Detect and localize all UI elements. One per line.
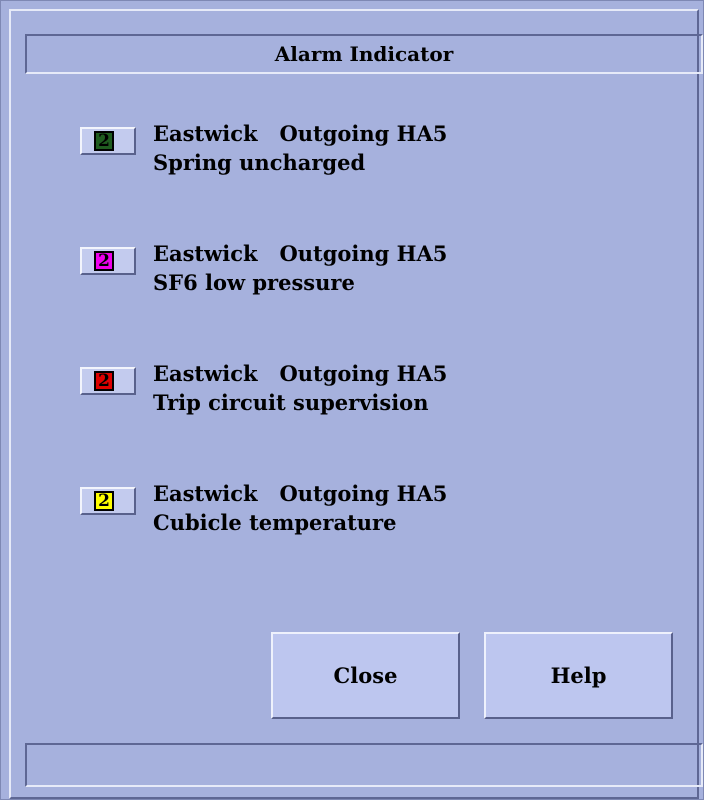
alarm-acknowledge-button[interactable]: 2 [80,367,136,395]
alarm-item: 2 Eastwick Outgoing HA5 SF6 low pressure [80,239,640,309]
alarm-acknowledge-button[interactable]: 2 [80,487,136,515]
alarm-acknowledge-button[interactable]: 2 [80,247,136,275]
alarm-count-badge: 2 [94,491,114,511]
alarm-text: Eastwick Outgoing HA5 SF6 low pressure [153,239,447,297]
alarm-indicator-window: Alarm Indicator 2 Eastwick Outgoing HA5 … [0,0,704,800]
close-button[interactable]: Close [271,632,460,719]
alarm-item: 2 Eastwick Outgoing HA5 Trip circuit sup… [80,359,640,429]
alarm-location: Eastwick Outgoing HA5 [153,241,448,266]
alarm-text: Eastwick Outgoing HA5 Spring uncharged [153,119,447,177]
alarm-acknowledge-button[interactable]: 2 [80,127,136,155]
alarm-count-badge: 2 [94,131,114,151]
alarm-count-badge: 2 [94,251,114,271]
alarm-count-badge: 2 [94,371,114,391]
alarm-count: 2 [98,130,110,151]
alarm-description: Trip circuit supervision [153,390,429,415]
window-title: Alarm Indicator [25,34,703,74]
alarm-item: 2 Eastwick Outgoing HA5 Cubicle temperat… [80,479,640,549]
status-bar [25,743,703,787]
alarm-count: 2 [98,370,110,391]
window-title-text: Alarm Indicator [274,42,454,66]
alarm-text: Eastwick Outgoing HA5 Cubicle temperatur… [153,479,447,537]
alarm-location: Eastwick Outgoing HA5 [153,361,448,386]
alarm-description: SF6 low pressure [153,270,355,295]
help-button[interactable]: Help [484,632,673,719]
alarm-count: 2 [98,490,110,511]
alarm-description: Spring uncharged [153,150,366,175]
alarm-description: Cubicle temperature [153,510,397,535]
alarm-location: Eastwick Outgoing HA5 [153,481,448,506]
alarm-item: 2 Eastwick Outgoing HA5 Spring uncharged [80,119,640,189]
alarm-location: Eastwick Outgoing HA5 [153,121,448,146]
alarm-text: Eastwick Outgoing HA5 Trip circuit super… [153,359,447,417]
alarm-count: 2 [98,250,110,271]
